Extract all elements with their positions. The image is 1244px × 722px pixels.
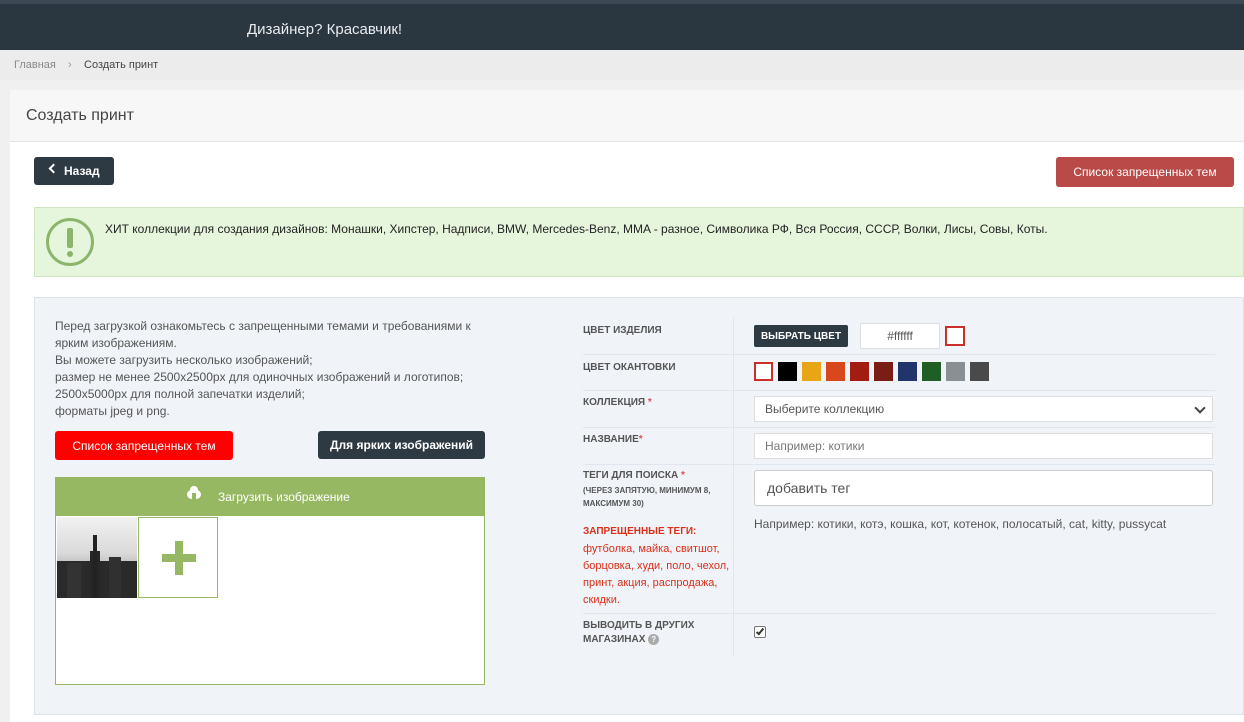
checkmark-icon <box>755 626 765 636</box>
upload-image-label: Загрузить изображение <box>218 490 350 504</box>
upload-rules: Перед загрузкой ознакомьтесь с запрещенн… <box>55 318 495 420</box>
other-shops-label: Выводить в других магазинах ? <box>583 620 695 645</box>
top-navbar: Дизайнер? Красавчик! <box>0 0 1244 50</box>
collection-label: Коллекция * <box>583 397 652 408</box>
rule-line: Вы можете загрузить несколько изображени… <box>55 353 313 367</box>
edge-color-swatch[interactable] <box>946 362 965 381</box>
edge-color-swatch[interactable] <box>802 362 821 381</box>
edge-color-swatch[interactable] <box>826 362 845 381</box>
add-image-tile[interactable] <box>138 517 218 598</box>
bright-images-button[interactable]: Для ярких изображений <box>318 431 485 459</box>
forbidden-topics-red-button[interactable]: Список запрещенных тем <box>55 431 233 460</box>
exclamation-icon <box>46 218 94 266</box>
back-button[interactable]: Назад <box>34 157 114 185</box>
collection-select[interactable]: Выберите коллекцию <box>754 396 1213 422</box>
breadcrumb-home[interactable]: Главная <box>14 59 56 71</box>
color-hex-field[interactable]: #ffffff <box>860 323 940 349</box>
chevron-left-icon <box>48 163 59 174</box>
edge-color-swatch[interactable] <box>850 362 869 381</box>
rule-line: Перед загрузкой ознакомьтесь с запрещенн… <box>55 319 471 350</box>
chevron-down-icon <box>1194 402 1206 414</box>
edge-color-swatch[interactable] <box>754 362 773 381</box>
edge-color-label: Цвет окантовки <box>583 362 676 373</box>
form-column-divider <box>733 318 734 656</box>
required-mark: * <box>638 434 643 445</box>
breadcrumb: Главная › Создать принт <box>0 50 1244 80</box>
rule-line: размер не менее 2500x2500px для одиночны… <box>55 370 464 384</box>
edge-color-swatch[interactable] <box>970 362 989 381</box>
upload-form-panel: Перед загрузкой ознакомьтесь с запрещенн… <box>34 297 1244 715</box>
other-shops-checkbox[interactable] <box>754 626 766 638</box>
uploaded-image-thumbnail[interactable] <box>57 517 137 598</box>
help-icon[interactable]: ? <box>648 633 660 645</box>
product-color-label: Цвет изделия <box>583 325 662 336</box>
back-button-label: Назад <box>64 164 100 178</box>
upload-area: Загрузить изображение <box>55 477 485 685</box>
brand-title[interactable]: Дизайнер? Красавчик! <box>247 21 402 38</box>
required-mark: * <box>647 397 652 408</box>
name-input[interactable]: Например: котики <box>754 433 1213 459</box>
page-title: Создать принт <box>26 107 134 124</box>
name-label: Название* <box>583 434 643 445</box>
choose-color-button[interactable]: ВЫБРАТЬ ЦВЕТ <box>754 325 848 347</box>
edge-color-swatch[interactable] <box>898 362 917 381</box>
edge-color-swatch[interactable] <box>778 362 797 381</box>
row-tags <box>583 465 1215 614</box>
hits-alert: ХИТ коллекции для создания дизайнов: Мон… <box>34 207 1244 277</box>
edge-color-swatch[interactable] <box>874 362 893 381</box>
breadcrumb-current: Создать принт <box>84 59 159 71</box>
rule-line: 2500x5000px для полной запечатки изделий… <box>55 387 305 401</box>
edge-color-swatch[interactable] <box>922 362 941 381</box>
selected-color-swatch[interactable] <box>945 326 965 346</box>
card-header: Создать принт <box>10 90 1244 142</box>
rule-line: форматы jpeg и png. <box>55 404 170 418</box>
create-print-card: Создать принт Назад Список запрещенных т… <box>10 90 1244 722</box>
collection-select-value: Выберите коллекцию <box>765 402 885 416</box>
upload-image-bar[interactable]: Загрузить изображение <box>56 478 484 516</box>
alert-text: ХИТ коллекции для создания дизайнов: Мон… <box>105 222 1048 236</box>
forbidden-topics-button[interactable]: Список запрещенных тем <box>1056 157 1234 187</box>
breadcrumb-separator-icon: › <box>68 59 72 71</box>
